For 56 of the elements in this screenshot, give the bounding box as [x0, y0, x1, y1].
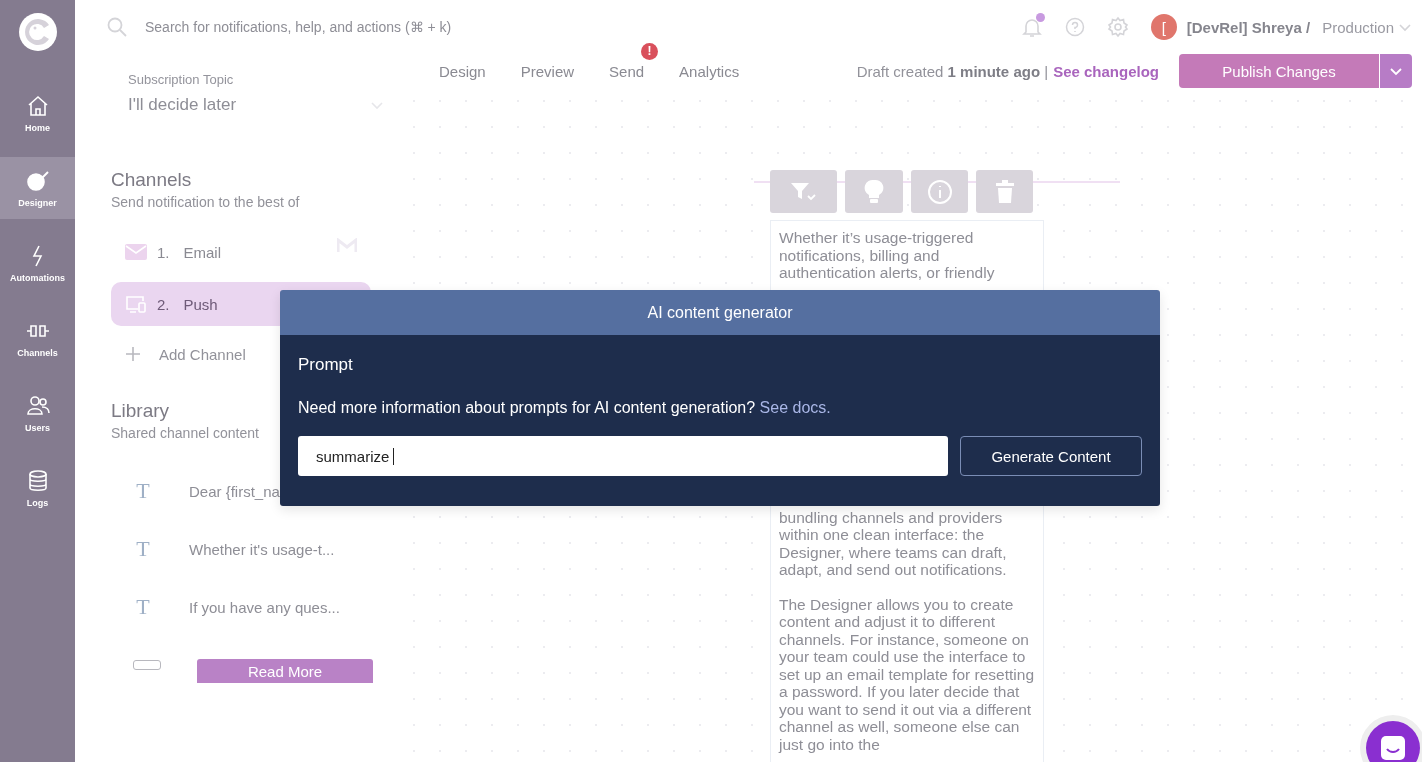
unread-dot [1035, 13, 1045, 22]
sidebar-item[interactable]: Users [0, 382, 75, 444]
devices-icon [125, 295, 147, 313]
docs-link[interactable]: See docs. [759, 399, 831, 416]
generate-button[interactable]: Generate Content [960, 436, 1142, 476]
filter-icon[interactable] [770, 170, 837, 213]
field-label: Prompt [298, 355, 354, 375]
delete-icon[interactable] [976, 170, 1033, 213]
help-text: Need more information about prompts for AI content generation? See docs. [298, 399, 832, 417]
envelope-icon [125, 243, 147, 261]
search-icon [107, 17, 127, 37]
designer-nav-icon [24, 168, 51, 194]
sidebar-item[interactable]: Channels [0, 307, 75, 369]
section-subtitle: Send notification to the best of [111, 194, 300, 210]
bell-icon[interactable] [1020, 16, 1043, 38]
channel-item[interactable]: 1. Email [111, 230, 371, 274]
topic-select[interactable]: I'll decide later [128, 95, 384, 115]
changelog-link[interactable]: See changelog [1053, 62, 1159, 80]
lightbulb-icon[interactable] [845, 170, 903, 213]
sidebar-item[interactable]: Designer [0, 157, 75, 219]
workspace-switcher[interactable]: [DevRel] Shreya / Production [1186, 18, 1412, 36]
add-channel-button[interactable]: Add Channel [111, 334, 260, 374]
paragraph: bundling channels and providers within one clean interface: the Designer, where teams can draft, adapt, and send out notifications. [779, 508, 1008, 579]
library-button[interactable]: Read More [197, 659, 373, 683]
tab[interactable]: Preview [520, 62, 575, 80]
library-item[interactable]: Whether it's usage-t... [189, 540, 335, 558]
draft-status: Draft created 1 minute ago | [856, 62, 1049, 80]
publish-button[interactable]: Publish Changes [1179, 54, 1379, 88]
section-title: Channels [111, 169, 192, 191]
paragraph: Whether it’s usage-triggered notifications, billing and authentication alerts, or friendly [779, 229, 996, 282]
dialog-title: AI content generator [280, 290, 1160, 335]
info-icon[interactable] [911, 170, 968, 213]
help-icon[interactable] [1064, 17, 1085, 37]
paragraph: The Designer allows you to create content and adjust it to different channels. For instance, someone on your team could use the interface to set up an email template for resetting a password. If you later decide that you want to send it out via a different channel as well, someone else can just go into the [779, 595, 1035, 753]
settings-icon[interactable] [1106, 16, 1129, 38]
tab[interactable]: Analytics [679, 62, 740, 80]
library-item[interactable]: If you have any ques... [189, 598, 340, 616]
bird-logo-icon [17, 12, 58, 52]
sidebar-item[interactable]: Home [0, 82, 75, 144]
user-avatar[interactable]: [ [1150, 14, 1177, 40]
text-block-icon: T [133, 536, 153, 562]
sidebar-item[interactable]: Automations [0, 232, 75, 294]
prompt-field[interactable]: summarize [298, 436, 948, 476]
publish-options-button[interactable] [1380, 54, 1412, 88]
tab[interactable]: Design [439, 62, 486, 80]
alert-badge: ! [641, 42, 659, 60]
section-subtitle: Shared channel content [111, 425, 259, 441]
button-block-icon [133, 660, 161, 670]
plus-icon [125, 346, 141, 362]
sidebar-item[interactable]: Logs [0, 457, 75, 519]
section-title: Library [111, 400, 170, 422]
text-block-icon: T [133, 478, 153, 504]
library-item[interactable]: Dear {first_na [189, 482, 280, 500]
field-label: Subscription Topic [128, 72, 235, 87]
chat-bubble-icon [1379, 734, 1407, 762]
text-block-icon: T [133, 594, 153, 620]
